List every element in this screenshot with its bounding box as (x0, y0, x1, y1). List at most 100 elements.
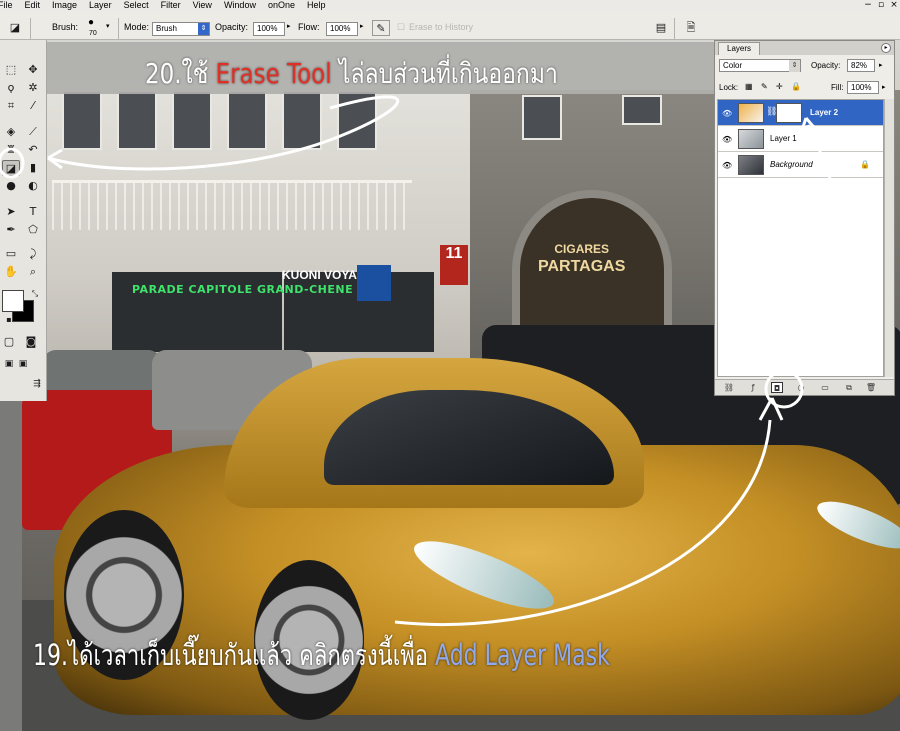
lasso-tool-icon[interactable]: ϙ (2, 80, 20, 96)
pen-tool-icon[interactable]: ✒ (2, 222, 20, 238)
layer-list: 👁 ⛓ Layer 2 👁 Layer 1 👁 Background 🔒 (717, 99, 884, 377)
layer-style-icon[interactable]: ƒ (747, 382, 759, 393)
trash-icon[interactable]: 🗑 (865, 382, 877, 393)
move-tool-icon[interactable]: ✥ (24, 62, 42, 78)
step20-caption: 20.ใช้ Erase Tool ไล่ลบส่วนที่เกินออกมา (145, 52, 558, 96)
layer-mask-thumbnail[interactable] (776, 103, 802, 123)
mode-value: Brush (156, 24, 177, 33)
fill-input[interactable]: 100% (847, 81, 879, 94)
lock-transparency-icon[interactable]: ▦ (745, 82, 753, 91)
menu-onone[interactable]: onOne (262, 0, 301, 11)
adjustment-layer-icon[interactable]: ◑ (795, 382, 807, 393)
layer-item-layer-1[interactable]: 👁 Layer 1 (718, 126, 883, 152)
menu-window[interactable]: Window (218, 0, 262, 11)
clone-stamp-tool-icon[interactable]: ♜ (2, 142, 20, 158)
close-icon[interactable]: × (888, 0, 900, 10)
chevron-right-icon[interactable]: ▸ (287, 22, 291, 30)
notes-tool-icon[interactable]: ▭ (2, 246, 20, 262)
layer-opacity-input[interactable]: 82% (847, 59, 875, 72)
layer-item-layer-2[interactable]: 👁 ⛓ Layer 2 (718, 100, 883, 126)
swap-colors-icon[interactable]: ⤡ (26, 286, 44, 302)
marquee-tool-icon[interactable]: ⬚ (2, 62, 20, 78)
dodge-tool-icon[interactable]: ◐ (24, 178, 42, 194)
sign-partagas: CIGARES PARTAGAS (538, 240, 625, 276)
file-browser-icon[interactable]: 🗎 (682, 20, 700, 36)
foreground-color-swatch[interactable] (2, 290, 24, 312)
flow-input[interactable]: 100% (326, 22, 358, 36)
new-layer-icon[interactable]: ⧉ (843, 382, 855, 393)
gradient-tool-icon[interactable]: ▮ (24, 160, 42, 176)
chevron-right-icon[interactable]: ▸ (879, 61, 883, 69)
path-selection-tool-icon[interactable]: ➤ (2, 204, 20, 220)
history-brush-tool-icon[interactable]: ↶ (24, 142, 42, 158)
eye-icon[interactable]: 👁 (722, 135, 732, 144)
eraser-tool-icon[interactable]: ◪ (2, 160, 20, 176)
shape-tool-icon[interactable]: ⬠ (24, 222, 42, 238)
chevron-down-icon[interactable]: ▾ (106, 22, 110, 30)
eye-icon[interactable]: 👁 (722, 161, 732, 170)
erase-history-label: Erase to History (409, 22, 474, 32)
divider (30, 18, 31, 40)
magic-wand-tool-icon[interactable]: ✲ (24, 80, 42, 96)
step20-prefix: 20.ใช้ (145, 57, 216, 90)
layer-thumbnail (738, 129, 764, 149)
standard-mode-icon[interactable]: ▢ (0, 334, 18, 350)
menu-layer[interactable]: Layer (83, 0, 118, 11)
blend-mode-select[interactable]: Color ⇕ (719, 59, 801, 72)
palette-well-icon[interactable]: ▤ (652, 20, 670, 36)
opacity-input[interactable]: 100% (253, 22, 285, 36)
lock-image-icon[interactable]: ✎ (761, 82, 768, 91)
layers-footer: ⛓ ƒ ◘ ◑ ▭ ⧉ 🗑 (715, 379, 894, 395)
folder-icon[interactable]: ▭ (819, 382, 831, 393)
hand-tool-icon[interactable]: ✋ (2, 264, 20, 280)
menu-view[interactable]: View (187, 0, 218, 11)
airbrush-icon[interactable]: ✎ (372, 20, 390, 36)
crop-tool-icon[interactable]: ⌗ (2, 98, 20, 114)
mode-select[interactable]: Brush ⇕ (152, 22, 210, 36)
layers-scrollbar[interactable] (884, 99, 894, 377)
menu-select[interactable]: Select (118, 0, 155, 11)
healing-brush-tool-icon[interactable]: ◈ (2, 124, 20, 140)
menu-edit[interactable]: Edit (19, 0, 47, 11)
menu-filter[interactable]: Filter (155, 0, 187, 11)
erase-history-checkbox[interactable]: ☐ (397, 22, 405, 33)
brush-dot-icon[interactable]: ● (88, 17, 94, 28)
chevron-right-icon[interactable]: ▸ (360, 22, 364, 30)
layer-item-background[interactable]: 👁 Background 🔒 (718, 152, 883, 178)
window (227, 90, 267, 150)
lock-position-icon[interactable]: ✛ (776, 82, 783, 91)
blur-tool-icon[interactable]: ● (2, 178, 20, 194)
blend-mode-value: Color (723, 61, 743, 70)
menu-image[interactable]: Image (46, 0, 83, 11)
tab-layers[interactable]: Layers (718, 42, 761, 55)
jump-to-imageready-icon[interactable]: ⇶ (28, 376, 46, 392)
slice-tool-icon[interactable]: ⁄ (24, 98, 42, 114)
menu-file[interactable]: File (0, 0, 19, 11)
eye-icon[interactable]: 👁 (722, 109, 732, 118)
minimize-icon[interactable]: − (862, 0, 874, 10)
sign-partagas-name: PARTAGAS (538, 258, 626, 275)
zoom-tool-icon[interactable]: ⌕ (24, 264, 42, 280)
opacity-value: 100% (257, 24, 278, 33)
quick-mask-icon[interactable]: ◙ (22, 334, 40, 350)
type-tool-icon[interactable]: T (24, 204, 42, 220)
default-colors-icon[interactable]: ▪ (0, 312, 18, 328)
chevron-right-icon[interactable]: ▸ (882, 83, 886, 91)
window (522, 95, 562, 140)
step20-suffix: ไล่ลบส่วนที่เกินออกมา (331, 57, 558, 90)
eyedropper-tool-icon[interactable]: ⤸ (24, 246, 42, 262)
eraser-tool-preset-icon[interactable]: ◪ (6, 20, 24, 36)
screen-mode-icon[interactable]: ▣ (14, 356, 32, 372)
brush-tool-icon[interactable]: ⟋ (24, 124, 42, 140)
step19-caption: 19.ได้เวลาเก็บเนี๊ยบกันแล้ว คลิกตรงนี้เพ… (33, 632, 610, 678)
panel-menu-icon[interactable]: ▸ (881, 43, 891, 53)
balcony-rail (52, 180, 412, 230)
fill-value: 100% (851, 83, 872, 92)
link-layers-icon[interactable]: ⛓ (723, 382, 735, 393)
fill-label: Fill: (831, 83, 844, 92)
lock-all-icon[interactable]: 🔒 (791, 82, 801, 91)
menu-help[interactable]: Help (301, 0, 332, 11)
add-layer-mask-icon[interactable]: ◘ (771, 382, 783, 393)
step20-tool: Erase Tool (215, 57, 332, 90)
restore-icon[interactable]: ▫ (875, 0, 887, 10)
